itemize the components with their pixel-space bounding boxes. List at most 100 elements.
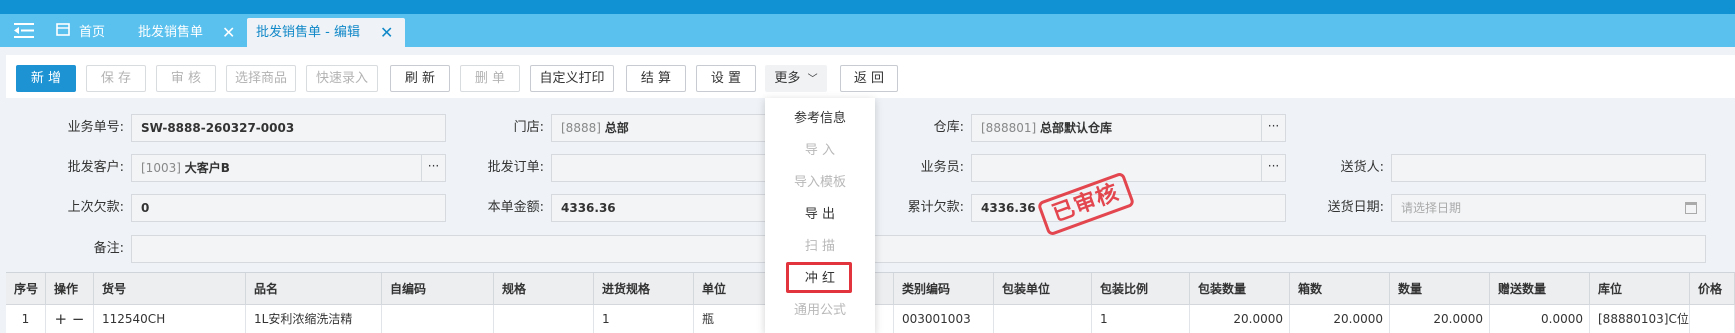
- tab-wholesale-sales-edit[interactable]: 批发销售单 - 编辑 ✕: [247, 18, 405, 47]
- deliverer-label: 送货人:: [1340, 160, 1384, 175]
- last-debt-label: 上次欠款:: [67, 200, 124, 215]
- home-tab-icon: [56, 23, 70, 36]
- amount-label: 本单金额:: [487, 200, 544, 215]
- more-dropdown-menu: 参考信息 导 入 导入模板 导 出 扫 描 冲 红 通用公式: [765, 98, 875, 333]
- col-header: 品名: [246, 273, 382, 305]
- tab-bar: 首页 批发销售单 ✕ 批发销售单 - 编辑 ✕: [0, 14, 1735, 47]
- customer-field[interactable]: [1003] 大客户B ···: [131, 154, 446, 182]
- order-no-label: 业务单号:: [67, 120, 124, 135]
- row-add-remove-buttons[interactable]: + −: [46, 305, 94, 333]
- menu-toggle-icon[interactable]: [14, 22, 36, 39]
- warehouse-code: [888801]: [981, 121, 1037, 135]
- close-icon[interactable]: ✕: [222, 18, 235, 47]
- col-header: 包装数量: [1190, 273, 1290, 305]
- cell-gift-qty[interactable]: 0.0000: [1490, 305, 1590, 333]
- audit-button[interactable]: 审 核: [156, 65, 216, 92]
- menu-item-scan[interactable]: 扫 描: [765, 232, 875, 262]
- cell-boxes[interactable]: 20.0000: [1290, 305, 1390, 333]
- tab-home[interactable]: 首页: [79, 18, 105, 47]
- select-goods-button[interactable]: 选择商品: [226, 65, 296, 92]
- cell-pack-unit[interactable]: [994, 305, 1092, 333]
- amount-value: 4336.36: [561, 201, 616, 215]
- chevron-down-icon: ﹀: [807, 74, 818, 85]
- salesman-label: 业务员:: [920, 160, 964, 175]
- salesman-picker-button[interactable]: ···: [1261, 155, 1285, 181]
- tab-wholesale-sales-label: 批发销售单: [138, 25, 204, 40]
- menu-item-reference-info[interactable]: 参考信息: [765, 104, 875, 134]
- col-header: 库位: [1590, 273, 1690, 305]
- customer-picker-button[interactable]: ···: [421, 155, 445, 181]
- cell-category-code[interactable]: 003001003: [894, 305, 994, 333]
- warehouse-field[interactable]: [888801] 总部默认仓库 ···: [971, 114, 1286, 142]
- col-header: 进货规格: [594, 273, 694, 305]
- quick-entry-button[interactable]: 快速录入: [306, 65, 378, 92]
- col-header: 价格: [1690, 273, 1735, 305]
- order-no-value: SW-8888-260327-0003: [141, 121, 295, 135]
- delivery-date-field[interactable]: 请选择日期: [1391, 194, 1706, 222]
- more-button-label: 更多: [774, 71, 801, 86]
- warehouse-picker-button[interactable]: ···: [1261, 115, 1285, 141]
- calendar-icon[interactable]: [1685, 202, 1697, 214]
- customer-code: [1003]: [141, 161, 181, 175]
- cell-pack-ratio[interactable]: 1: [1092, 305, 1190, 333]
- remark-label: 备注:: [93, 241, 124, 256]
- col-header: 包装单位: [994, 273, 1092, 305]
- tab-home-label: 首页: [79, 25, 106, 40]
- tab-wholesale-sales-edit-label: 批发销售单 - 编辑: [256, 25, 360, 40]
- last-debt-value: 0: [141, 201, 150, 215]
- cell-qty[interactable]: 20.0000: [1390, 305, 1490, 333]
- cell-pack-qty[interactable]: 20.0000: [1190, 305, 1290, 333]
- cell-name[interactable]: 1L安利浓缩洗洁精: [246, 305, 382, 333]
- col-header: 规格: [494, 273, 594, 305]
- store-name: 总部: [604, 121, 629, 135]
- col-header: 箱数: [1290, 273, 1390, 305]
- total-debt-value: 4336.36: [981, 201, 1036, 215]
- cell-purchase-spec[interactable]: 1: [594, 305, 694, 333]
- col-header: 赠送数量: [1490, 273, 1590, 305]
- col-header: 序号: [6, 273, 46, 305]
- menu-item-export[interactable]: 导 出: [765, 200, 875, 230]
- new-button[interactable]: 新 增: [16, 65, 76, 92]
- cell-price[interactable]: [1690, 305, 1735, 333]
- col-header: 操作: [46, 273, 94, 305]
- salesman-field[interactable]: ···: [971, 154, 1286, 182]
- remark-field[interactable]: [131, 235, 1706, 263]
- custom-print-button[interactable]: 自定义打印: [530, 65, 614, 92]
- back-button[interactable]: 返 回: [840, 65, 898, 92]
- settings-button[interactable]: 设 置: [696, 65, 756, 92]
- col-header: 数量: [1390, 273, 1490, 305]
- cell-self-code[interactable]: [382, 305, 494, 333]
- customer-name: 大客户B: [184, 161, 230, 175]
- col-header: 类别编码: [894, 273, 994, 305]
- delivery-date-label: 送货日期:: [1327, 200, 1384, 215]
- wholesale-order-field[interactable]: [551, 154, 766, 182]
- cell-item-no[interactable]: 112540CH: [94, 305, 246, 333]
- save-button[interactable]: 保 存: [86, 65, 146, 92]
- col-header: 包装比例: [1092, 273, 1190, 305]
- warehouse-label: 仓库:: [933, 120, 964, 135]
- store-code: [8888]: [561, 121, 601, 135]
- cell-spec[interactable]: [494, 305, 594, 333]
- close-icon[interactable]: ✕: [380, 18, 393, 47]
- delivery-date-placeholder: 请选择日期: [1401, 201, 1462, 215]
- deliverer-field[interactable]: [1391, 154, 1706, 182]
- order-no-field[interactable]: SW-8888-260327-0003: [131, 114, 446, 142]
- menu-item-import[interactable]: 导 入: [765, 136, 875, 166]
- cell-seq: 1: [6, 305, 46, 333]
- last-debt-field: 0: [131, 194, 446, 222]
- reverse-red-highlight-box: [786, 262, 852, 293]
- menu-item-import-template[interactable]: 导入模板: [765, 168, 875, 198]
- cell-location[interactable]: [88880103]C位: [1590, 305, 1690, 333]
- delete-button[interactable]: 删 单: [460, 65, 520, 92]
- customer-label: 批发客户:: [67, 160, 124, 175]
- settle-button[interactable]: 结 算: [626, 65, 686, 92]
- store-label: 门店:: [513, 120, 544, 135]
- more-button[interactable]: 更多 ﹀: [765, 65, 827, 92]
- menu-item-common-formula[interactable]: 通用公式: [765, 296, 875, 326]
- refresh-button[interactable]: 刷 新: [390, 65, 450, 92]
- store-field[interactable]: [8888] 总部: [551, 114, 766, 142]
- tab-wholesale-sales[interactable]: 批发销售单 ✕: [138, 18, 242, 47]
- col-header: 自编码: [382, 273, 494, 305]
- wholesale-order-label: 批发订单:: [487, 160, 544, 175]
- warehouse-name: 总部默认仓库: [1040, 121, 1113, 135]
